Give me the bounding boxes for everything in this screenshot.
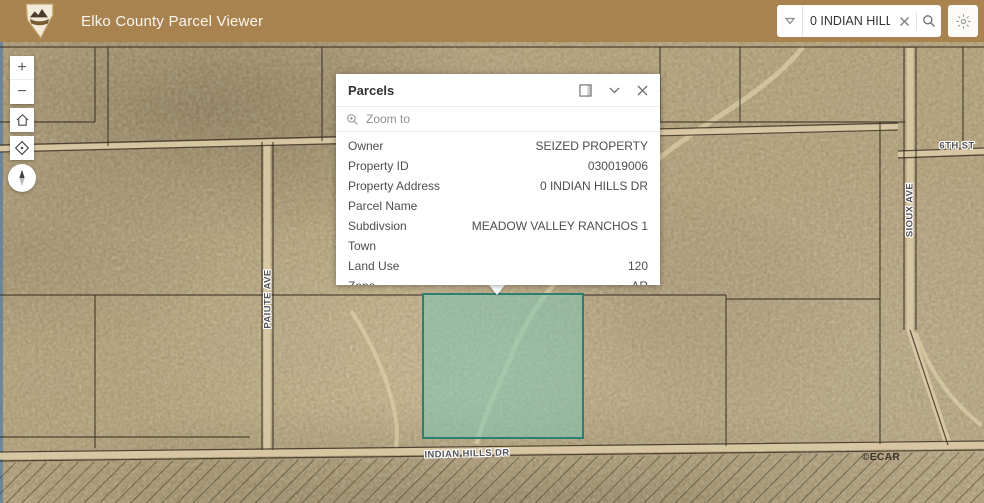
field-label: Land Use [348, 259, 399, 273]
dock-icon [579, 84, 592, 97]
close-icon [637, 85, 648, 96]
locate-button[interactable] [10, 136, 34, 160]
field-row-subdivision: Subdivsion MEADOW VALLEY RANCHOS 1 [336, 216, 660, 236]
popup-fields: Owner SEIZED PROPERTY Property ID 030019… [336, 132, 660, 285]
field-row-owner: Owner SEIZED PROPERTY [336, 136, 660, 156]
field-label: Zone [348, 279, 375, 285]
search-icon [922, 14, 936, 28]
popup-pointer [489, 285, 505, 295]
field-label: Owner [348, 139, 383, 153]
map-viewport[interactable]: PAIUTE AVE SIOUX AVE 6TH ST INDIAN HILLS… [0, 42, 984, 503]
popup-header: Parcels [336, 74, 660, 106]
field-row-land-use: Land Use 120 [336, 256, 660, 276]
search-input[interactable] [803, 14, 892, 28]
nevada-logo-icon [21, 3, 58, 39]
field-row-property-id: Property ID 030019006 [336, 156, 660, 176]
close-popup-button[interactable] [637, 85, 648, 96]
dropdown-chevron-icon [785, 17, 795, 25]
popup-actions [579, 84, 648, 97]
compass-needle-icon [13, 168, 31, 188]
highlighted-parcel[interactable] [423, 294, 583, 438]
chevron-down-icon [609, 87, 620, 94]
sun-icon [956, 14, 971, 29]
field-value: MEADOW VALLEY RANCHOS 1 [472, 219, 648, 233]
field-value: AR [631, 279, 648, 285]
magnifier-plus-icon [346, 113, 359, 126]
field-row-parcel-name: Parcel Name [336, 196, 660, 216]
zoom-in-button[interactable]: + [10, 56, 34, 80]
close-icon [899, 16, 910, 27]
attribution: ©ECAR [862, 452, 900, 463]
header-actions [777, 5, 978, 37]
popup-title: Parcels [348, 83, 394, 98]
home-icon [15, 113, 30, 127]
field-label: Subdivsion [348, 219, 407, 233]
field-label: Property Address [348, 179, 440, 193]
parcel-popup: Parcels [336, 74, 660, 285]
clear-search-button[interactable] [892, 5, 916, 37]
search-box [777, 5, 941, 37]
field-label: Parcel Name [348, 199, 417, 213]
field-row-town: Town [336, 236, 660, 256]
app-window: Elko County Parcel Viewer [0, 0, 984, 503]
loading-indicator-button[interactable] [948, 5, 978, 37]
page-title: Elko County Parcel Viewer [81, 13, 263, 30]
zoom-out-button[interactable]: − [10, 80, 34, 104]
field-value: 0 INDIAN HILLS DR [540, 179, 648, 193]
search-submit-button[interactable] [917, 5, 941, 37]
collapse-button[interactable] [609, 87, 620, 94]
field-label: Town [348, 239, 376, 253]
field-label: Property ID [348, 159, 409, 173]
dock-button[interactable] [579, 84, 592, 97]
field-row-zone: Zone AR [336, 276, 660, 285]
field-value: 120 [628, 259, 648, 273]
field-row-property-address: Property Address 0 INDIAN HILLS DR [336, 176, 660, 196]
field-value: 030019006 [588, 159, 648, 173]
header-bar: Elko County Parcel Viewer [0, 0, 984, 42]
locate-icon [14, 140, 30, 156]
home-button[interactable] [10, 108, 34, 132]
compass-button[interactable] [8, 164, 36, 192]
field-value: SEIZED PROPERTY [536, 139, 648, 153]
search-source-dropdown[interactable] [777, 5, 803, 37]
zoom-control: + − [10, 56, 34, 104]
zoom-to-label: Zoom to [366, 112, 410, 126]
tile-edge-strip [0, 42, 3, 503]
zoom-to-button[interactable]: Zoom to [336, 106, 660, 132]
